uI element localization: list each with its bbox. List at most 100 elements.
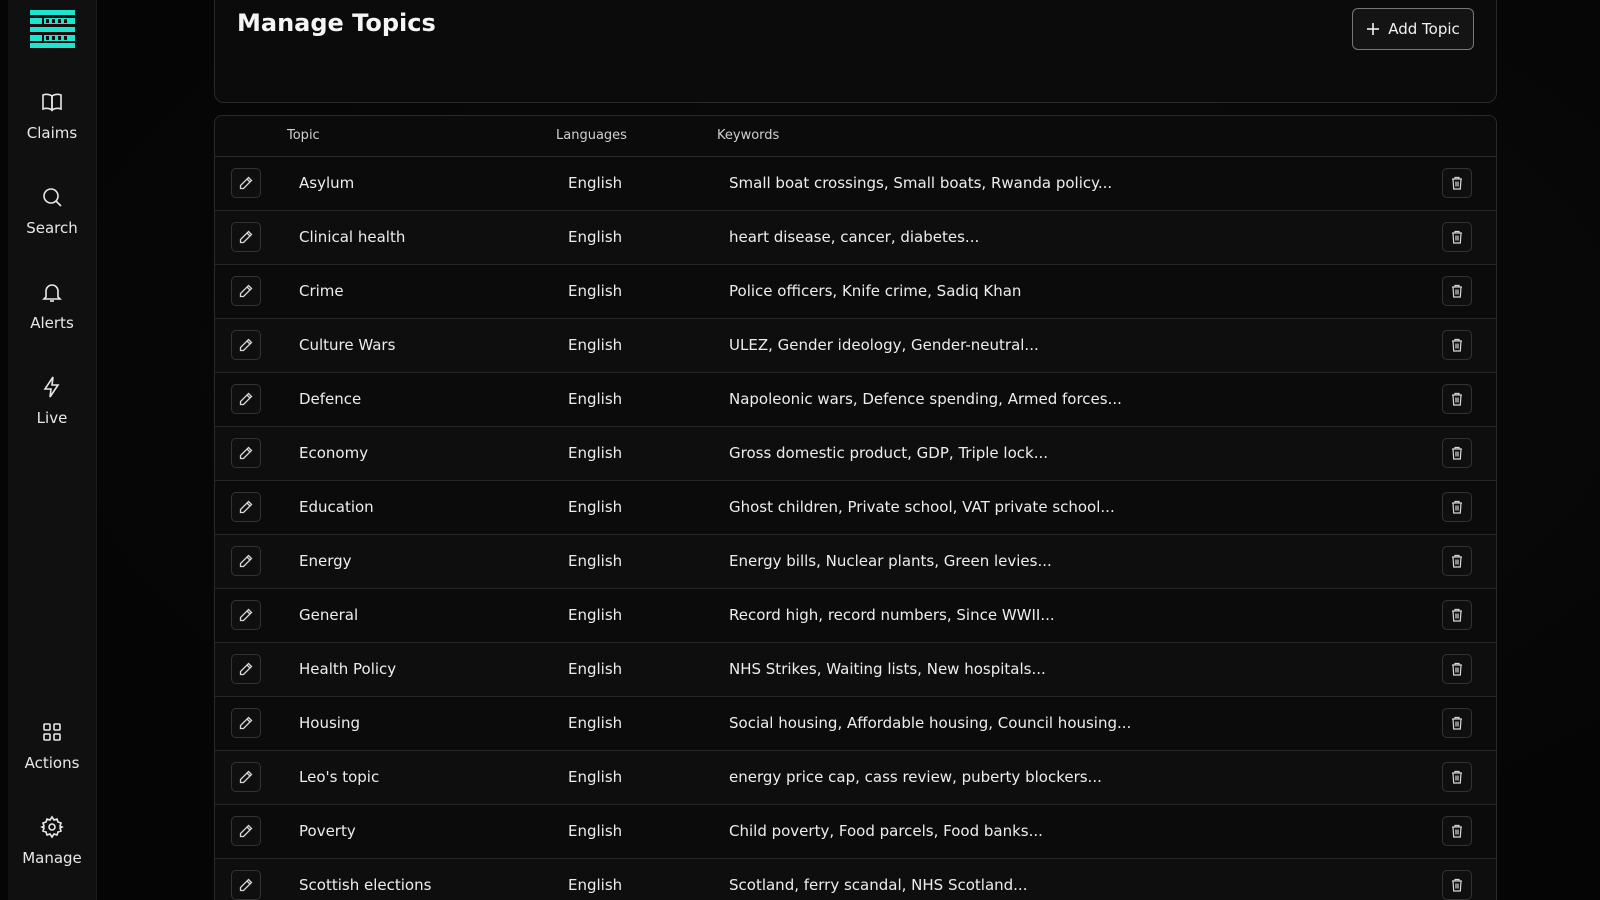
delete-topic-button[interactable]: [1442, 816, 1472, 846]
topic-name: Health Policy: [299, 660, 397, 678]
delete-topic-button[interactable]: [1442, 492, 1472, 522]
topic-keywords: Record high, record numbers, Since WWII.…: [729, 606, 1055, 624]
edit-topic-button[interactable]: [231, 330, 261, 360]
delete-topic-button[interactable]: [1442, 870, 1472, 900]
edit-topic-button[interactable]: [231, 168, 261, 198]
delete-topic-button[interactable]: [1442, 168, 1472, 198]
table-row[interactable]: Clinical health English heart disease, c…: [215, 211, 1496, 265]
sidebar-item-manage[interactable]: Manage: [8, 815, 96, 895]
edit-topic-button[interactable]: [231, 492, 261, 522]
delete-topic-button[interactable]: [1442, 600, 1472, 630]
sidebar-item-label: Manage: [22, 849, 82, 867]
delete-topic-button[interactable]: [1442, 546, 1472, 576]
edit-topic-button[interactable]: [231, 708, 261, 738]
topic-name: Poverty: [299, 822, 356, 840]
topic-name: Asylum: [299, 174, 355, 192]
table-row[interactable]: Health Policy English NHS Strikes, Waiti…: [215, 643, 1496, 697]
add-topic-button[interactable]: Add Topic: [1352, 8, 1474, 50]
trash-icon: [1452, 824, 1462, 838]
topic-keywords: Gross domestic product, GDP, Triple lock…: [729, 444, 1048, 462]
table-row[interactable]: Education English Ghost children, Privat…: [215, 481, 1496, 535]
edit-topic-button[interactable]: [231, 816, 261, 846]
full-fact-logo[interactable]: [30, 10, 75, 48]
trash-icon: [1452, 608, 1462, 622]
delete-topic-button[interactable]: [1442, 222, 1472, 252]
table-row[interactable]: Culture Wars English ULEZ, Gender ideolo…: [215, 319, 1496, 373]
edit-topic-button[interactable]: [231, 762, 261, 792]
topic-language: English: [568, 660, 623, 678]
delete-topic-button[interactable]: [1442, 276, 1472, 306]
topic-language: English: [568, 228, 623, 246]
topic-name: Housing: [299, 714, 360, 732]
topic-language: English: [568, 498, 623, 516]
table-header: Topic Languages Keywords: [215, 116, 1496, 157]
table-row[interactable]: Housing English Social housing, Affordab…: [215, 697, 1496, 751]
sidebar-item-search[interactable]: Search: [8, 185, 96, 265]
pencil-icon: [239, 500, 253, 514]
topic-keywords: Police officers, Knife crime, Sadiq Khan: [729, 282, 1022, 300]
topic-name: Economy: [299, 444, 369, 462]
trash-icon: [1452, 770, 1462, 784]
lightning-icon: [43, 376, 60, 398]
edit-topic-button[interactable]: [231, 384, 261, 414]
page-title: Manage Topics: [237, 9, 436, 37]
edit-topic-button[interactable]: [231, 438, 261, 468]
pencil-icon: [239, 284, 253, 298]
topics-table: Topic Languages Keywords Asylum English …: [214, 115, 1497, 900]
logo-icon: [30, 10, 75, 48]
trash-icon: [1452, 662, 1462, 676]
topic-keywords: heart disease, cancer, diabetes...: [729, 228, 980, 246]
sidebar-item-actions[interactable]: Actions: [8, 720, 96, 800]
delete-topic-button[interactable]: [1442, 384, 1472, 414]
trash-icon: [1452, 176, 1462, 190]
delete-topic-button[interactable]: [1442, 654, 1472, 684]
pencil-icon: [239, 770, 253, 784]
table-row[interactable]: Leo's topic English energy price cap, ca…: [215, 751, 1496, 805]
edit-topic-button[interactable]: [231, 276, 261, 306]
table-row[interactable]: Energy English Energy bills, Nuclear pla…: [215, 535, 1496, 589]
bell-icon: [42, 284, 62, 302]
pencil-icon: [239, 662, 253, 676]
trash-icon: [1452, 338, 1462, 352]
table-row[interactable]: Defence English Napoleonic wars, Defence…: [215, 373, 1496, 427]
trash-icon: [1452, 284, 1462, 298]
grid-icon: [43, 723, 61, 741]
topic-name: Scottish elections: [299, 876, 432, 894]
topic-name: Clinical health: [299, 228, 406, 246]
app-root: Claims Search Alerts Live Actions Manage…: [0, 0, 1600, 900]
trash-icon: [1452, 554, 1462, 568]
trash-icon: [1452, 500, 1462, 514]
topic-keywords: Small boat crossings, Small boats, Rwand…: [729, 174, 1113, 192]
delete-topic-button[interactable]: [1442, 330, 1472, 360]
table-row[interactable]: Crime English Police officers, Knife cri…: [215, 265, 1496, 319]
column-header-languages[interactable]: Languages: [556, 128, 627, 143]
topic-keywords: energy price cap, cass review, puberty b…: [729, 768, 1102, 786]
edit-topic-button[interactable]: [231, 222, 261, 252]
table-row[interactable]: General English Record high, record numb…: [215, 589, 1496, 643]
table-row[interactable]: Economy English Gross domestic product, …: [215, 427, 1496, 481]
sidebar-item-live[interactable]: Live: [8, 375, 96, 455]
table-row[interactable]: Poverty English Child poverty, Food parc…: [215, 805, 1496, 859]
edit-topic-button[interactable]: [231, 546, 261, 576]
delete-topic-button[interactable]: [1442, 762, 1472, 792]
topic-name: General: [299, 606, 359, 624]
sidebar-item-alerts[interactable]: Alerts: [8, 280, 96, 360]
column-header-keywords[interactable]: Keywords: [717, 128, 779, 143]
edit-topic-button[interactable]: [231, 654, 261, 684]
table-row[interactable]: Scottish elections English Scotland, fer…: [215, 859, 1496, 900]
topic-name: Crime: [299, 282, 344, 300]
topic-keywords: Child poverty, Food parcels, Food banks.…: [729, 822, 1043, 840]
delete-topic-button[interactable]: [1442, 438, 1472, 468]
topic-keywords: NHS Strikes, Waiting lists, New hospital…: [729, 660, 1046, 678]
column-header-topic[interactable]: Topic: [287, 128, 320, 143]
sidebar-item-claims[interactable]: Claims: [8, 90, 96, 170]
delete-topic-button[interactable]: [1442, 708, 1472, 738]
table-row[interactable]: Asylum English Small boat crossings, Sma…: [215, 157, 1496, 211]
edit-topic-button[interactable]: [231, 600, 261, 630]
edit-topic-button[interactable]: [231, 870, 261, 900]
pencil-icon: [239, 716, 253, 730]
topic-keywords: Social housing, Affordable housing, Coun…: [729, 714, 1132, 732]
topic-keywords: Ghost children, Private school, VAT priv…: [729, 498, 1115, 516]
trash-icon: [1452, 446, 1462, 460]
trash-icon: [1452, 716, 1462, 730]
